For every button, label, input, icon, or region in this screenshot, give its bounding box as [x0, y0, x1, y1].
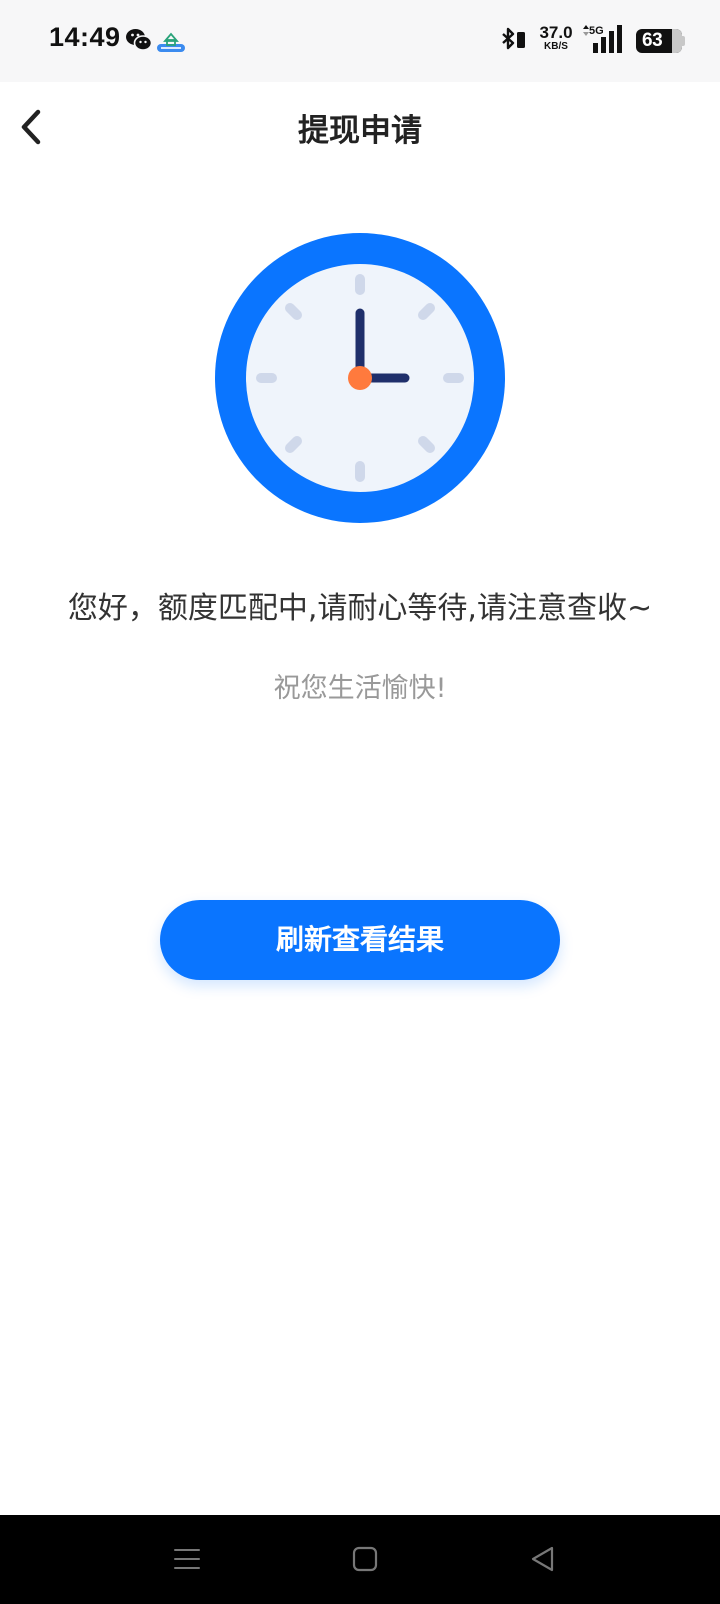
battery-empty-part — [672, 29, 682, 53]
network-speed-value: 37.0 — [539, 23, 573, 42]
network-speed-unit: KB/S — [544, 41, 568, 52]
wechat-icon — [126, 29, 153, 51]
network-speed: 37.0 KB/S — [535, 24, 577, 52]
status-bar: 14:49 37.0 KB/S 5G 63 — [0, 0, 720, 82]
home-icon[interactable] — [349, 1543, 381, 1575]
wish-text: 祝您生活愉快! — [273, 673, 447, 704]
page-title: 提现申请 — [298, 113, 422, 149]
battery-level: 63 — [642, 30, 663, 51]
back-triangle-icon[interactable] — [527, 1543, 559, 1575]
menu-icon[interactable] — [171, 1543, 203, 1575]
bluetooth-icon — [502, 27, 525, 50]
status-time: 14:49 — [49, 22, 121, 52]
header-bar: 提现申请 — [0, 82, 720, 178]
refresh-results-button[interactable]: 刷新查看结果 — [160, 900, 560, 980]
status-message: 您好，额度匹配中,请耐心等待,请注意查收~ — [67, 591, 653, 626]
system-navigation-bar — [0, 1515, 720, 1604]
app-notification-icon — [157, 32, 185, 52]
signal-icon — [583, 25, 622, 53]
clock-icon — [215, 233, 505, 523]
battery-cap — [682, 36, 685, 46]
network-type: 5G — [589, 25, 604, 37]
